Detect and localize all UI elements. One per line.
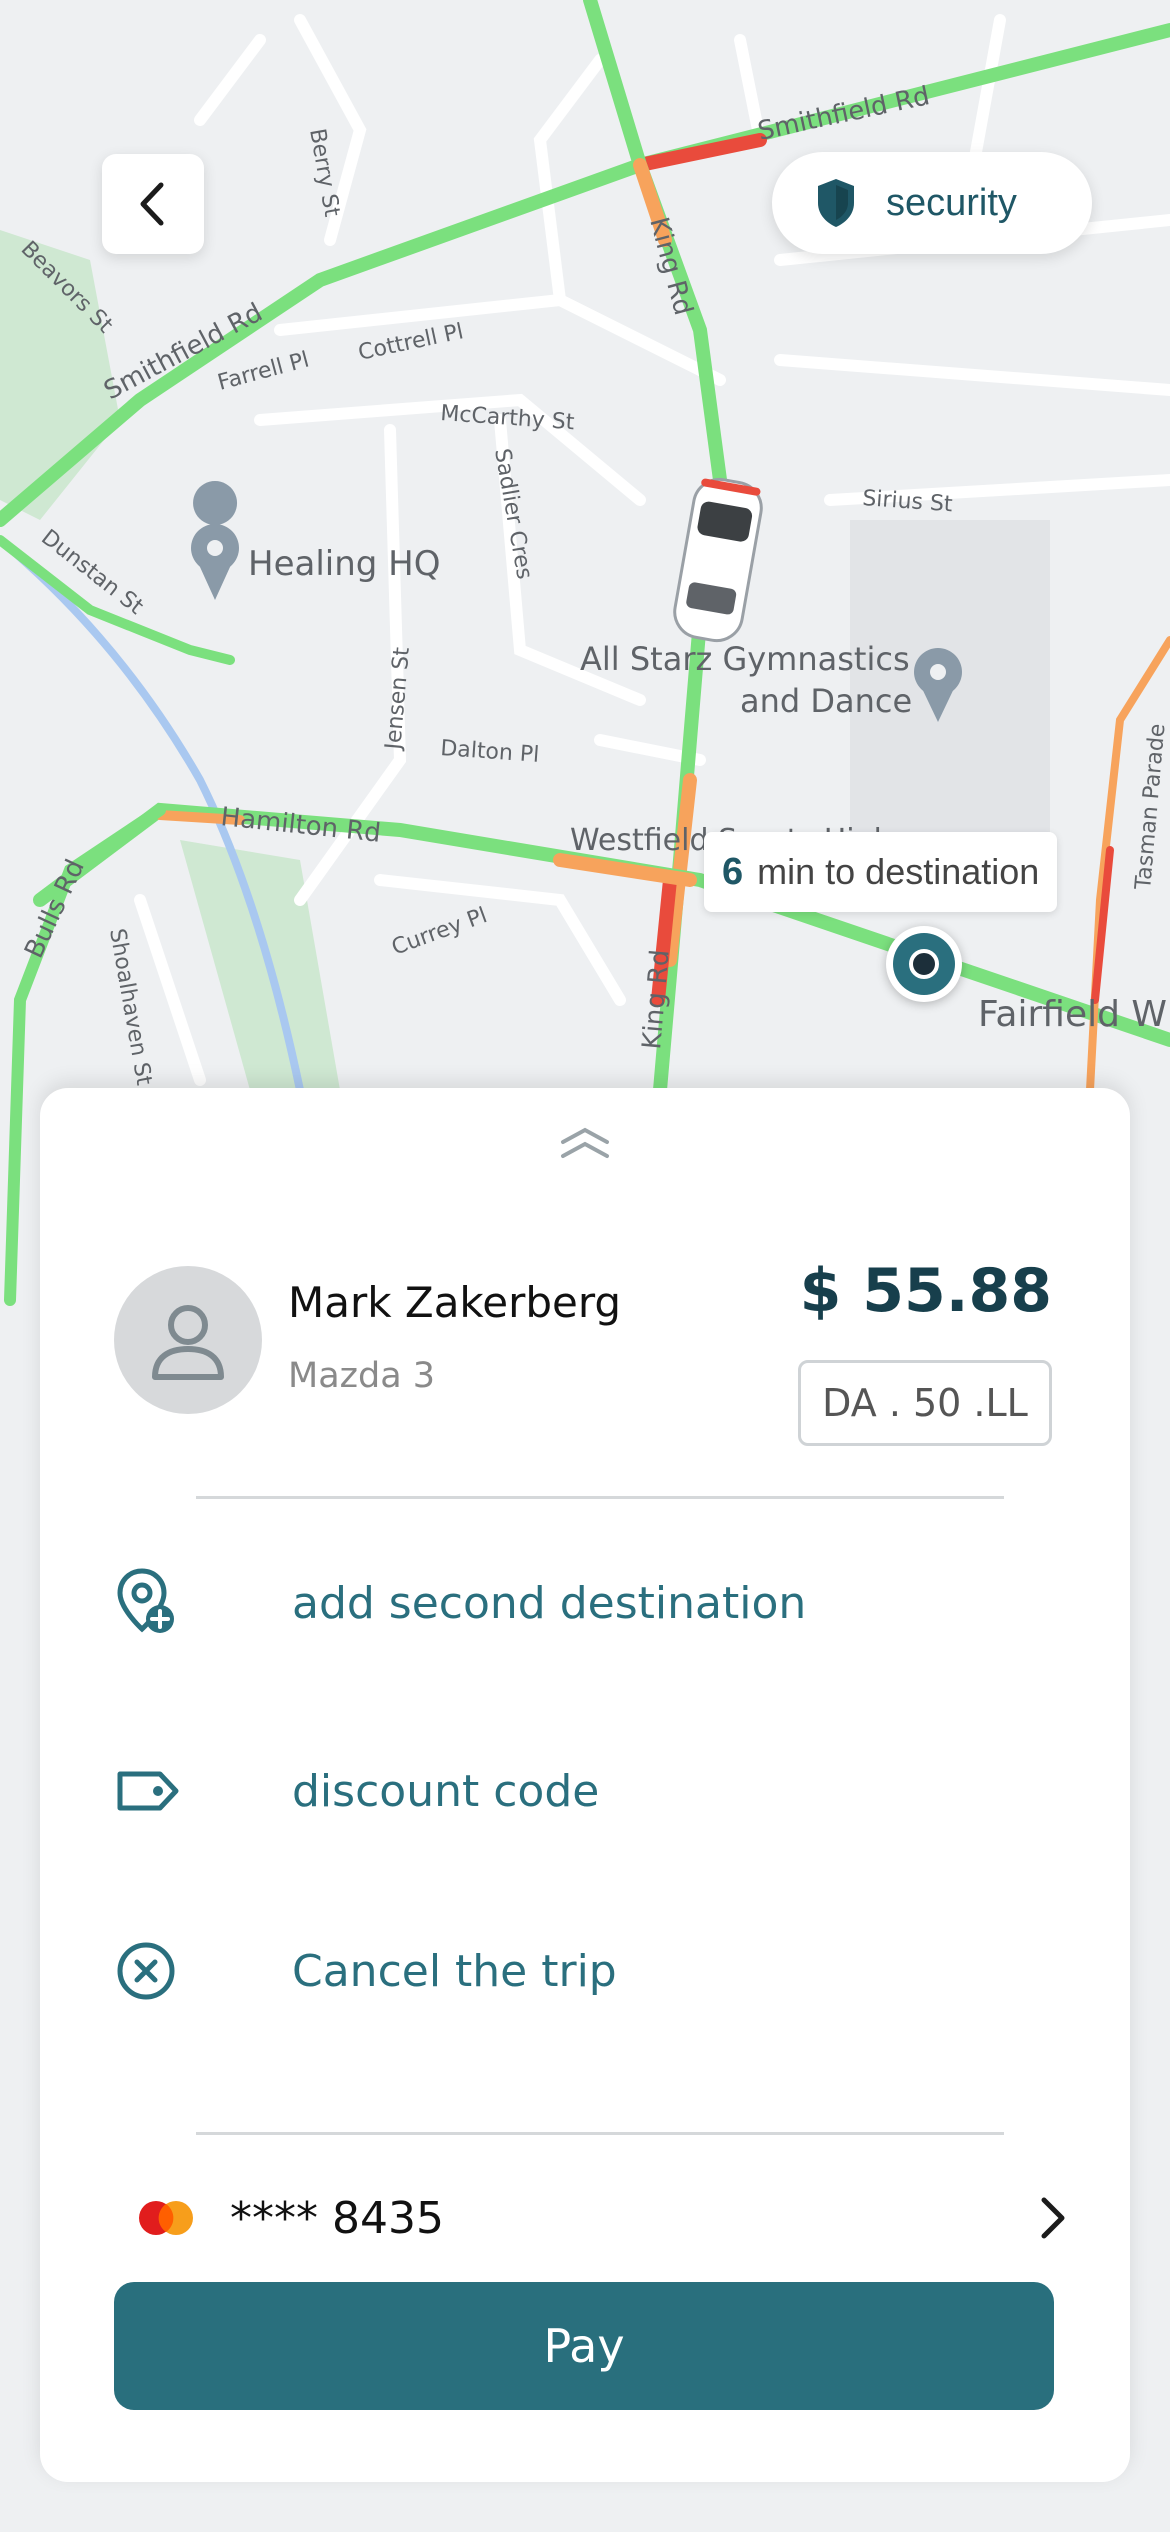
currency-badge[interactable]: DA . 50 .LL	[798, 1360, 1052, 1446]
eta-badge: 6 min to destination	[704, 832, 1058, 912]
card-number: **** 8435	[230, 2192, 444, 2244]
chevron-right-icon	[1041, 2197, 1065, 2239]
cancel-trip-option[interactable]: Cancel the trip	[116, 1921, 1056, 2021]
trip-price: $ 55.88	[799, 1256, 1052, 1326]
discount-code-option[interactable]: discount code	[116, 1741, 1056, 1841]
car-model: Mazda 3	[288, 1356, 436, 1396]
driver-name: Mark Zakerberg	[288, 1278, 622, 1327]
driver-avatar	[114, 1266, 262, 1414]
street-label: Fairfield W	[978, 994, 1167, 1035]
chevron-left-icon	[140, 182, 164, 226]
option-label: Cancel the trip	[292, 1945, 617, 1997]
place-label: Healing HQ	[248, 544, 440, 584]
user-icon	[152, 1305, 224, 1380]
mastercard-icon	[139, 2201, 193, 2235]
divider	[196, 1496, 1004, 1499]
eta-minutes: 6	[722, 850, 744, 893]
back-button[interactable]	[102, 154, 204, 254]
pay-button[interactable]: Pay	[114, 2282, 1054, 2410]
security-button[interactable]: security	[772, 152, 1092, 254]
expand-handle-icon[interactable]	[555, 1122, 615, 1162]
option-label: add second destination	[292, 1577, 807, 1629]
shield-icon	[818, 179, 854, 227]
add-second-destination-option[interactable]: add second destination	[116, 1553, 1056, 1653]
close-circle-icon	[117, 1942, 175, 2000]
destination-marker	[886, 926, 962, 1002]
place-label: and Dance	[740, 682, 912, 720]
payment-method-row[interactable]: **** 8435	[138, 2168, 1068, 2268]
tag-icon	[117, 1771, 179, 1811]
eta-text: min to destination	[757, 851, 1040, 892]
place-label: All Starz Gymnastics	[580, 640, 910, 678]
security-label: security	[886, 181, 1017, 224]
location-add-icon	[117, 1568, 174, 1633]
option-label: discount code	[292, 1765, 600, 1817]
trip-bottom-sheet: Mark Zakerberg Mazda 3 $ 55.88 DA . 50 .…	[40, 1088, 1130, 2482]
divider	[196, 2132, 1004, 2135]
